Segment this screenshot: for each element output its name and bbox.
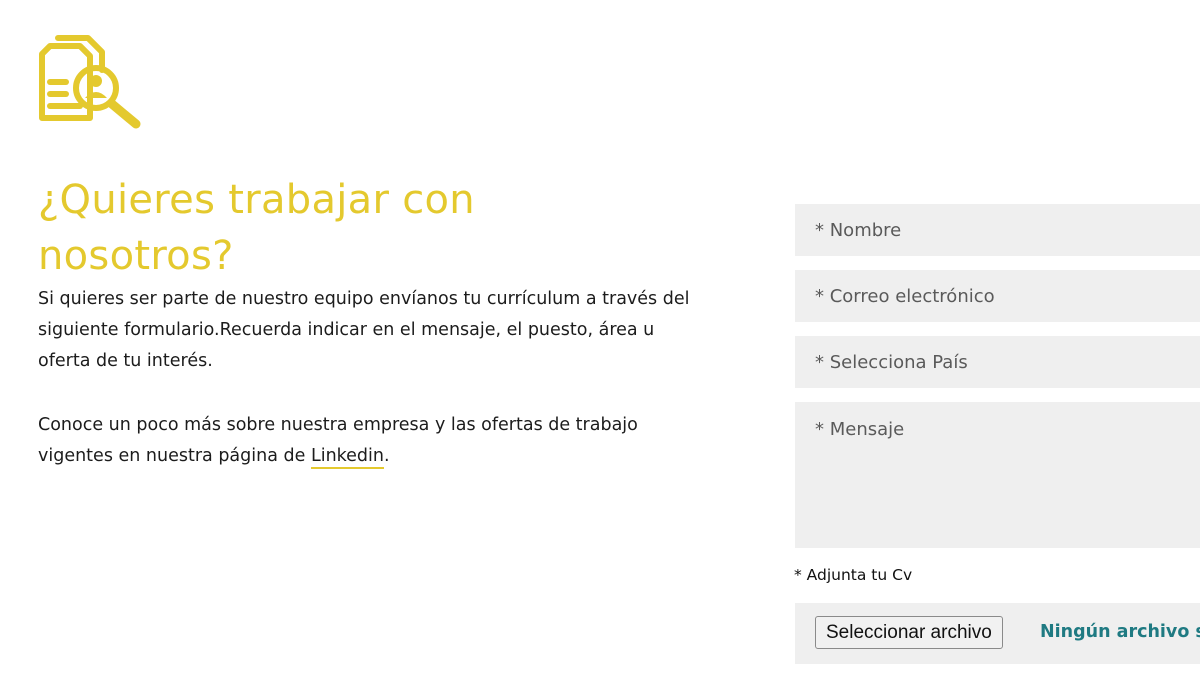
page-title: ¿Quieres trabajar con nosotros?: [38, 177, 475, 279]
country-select[interactable]: [795, 336, 1200, 388]
email-input[interactable]: [795, 270, 1200, 322]
choose-file-button[interactable]: Seleccionar archivo: [815, 616, 1003, 649]
resume-search-icon: [39, 35, 141, 129]
file-status: Ningún archivo seleccionado: [1040, 622, 1200, 642]
name-input[interactable]: [795, 204, 1200, 256]
message-textarea[interactable]: [795, 402, 1200, 548]
intro-paragraph: Si quieres ser parte de nuestro equipo e…: [38, 289, 690, 371]
linkedin-paragraph: Conoce un poco más sobre nuestra empresa…: [38, 410, 698, 472]
cv-label: * Adjunta tu Cv: [794, 566, 913, 584]
linkedin-link[interactable]: Linkedin: [310, 446, 384, 469]
careers-page: ¿Quieres trabajar con nosotros? Si quier…: [0, 0, 1200, 675]
linkedin-paragraph-end: .: [384, 446, 390, 466]
file-upload-row: Seleccionar archivo Ningún archivo selec…: [795, 603, 1200, 664]
